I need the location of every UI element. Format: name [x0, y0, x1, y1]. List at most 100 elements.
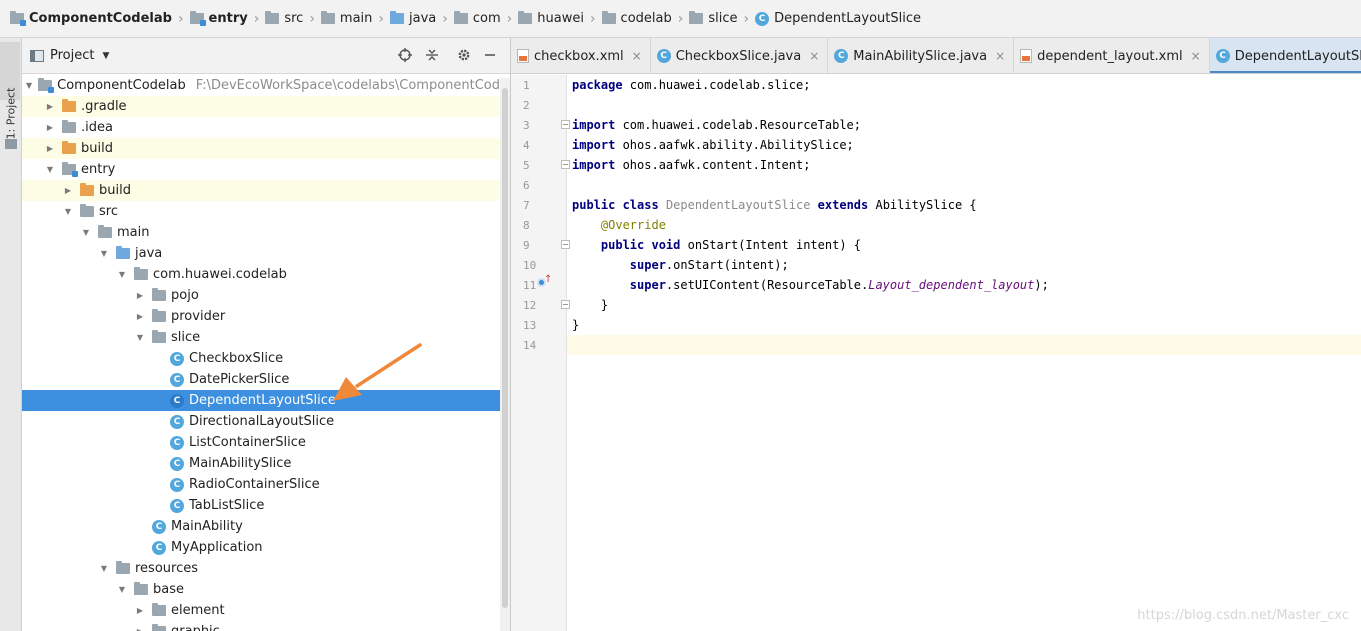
code-area[interactable]: package com.huawei.codelab.slice; import …: [567, 75, 1361, 631]
tree-row[interactable]: ▶ build: [22, 138, 510, 159]
tree-row[interactable]: C MainAbility: [22, 516, 510, 537]
project-tool-window-button[interactable]: 1: Project: [2, 84, 20, 142]
xml-file-icon: [1020, 49, 1033, 63]
implements-arrow-icon: ↑: [544, 274, 553, 285]
close-icon[interactable]: ×: [1191, 49, 1201, 63]
project-scrollbar[interactable]: [500, 78, 510, 631]
breadcrumb-item[interactable]: C DependentLayoutSlice: [755, 0, 921, 37]
expand-arrow-icon[interactable]: ▼: [26, 81, 32, 90]
line-number: 14: [523, 339, 537, 352]
editor-tab[interactable]: C MainAbilitySlice.java ×: [828, 38, 1015, 73]
scrollbar-thumb[interactable]: [502, 88, 508, 608]
editor-tab[interactable]: dependent_layout.xml ×: [1014, 38, 1210, 73]
expand-arrow-icon[interactable]: ▼: [98, 249, 110, 258]
tree-row[interactable]: C TabListSlice: [22, 495, 510, 516]
folder-icon: [265, 11, 280, 24]
chevron-down-icon[interactable]: ▼: [102, 51, 109, 61]
locate-target-icon[interactable]: [396, 46, 414, 64]
minimize-icon[interactable]: [481, 46, 499, 64]
line-number: 4: [523, 139, 530, 152]
collapse-arrow-icon[interactable]: ▶: [134, 606, 146, 615]
tree-row[interactable]: ▼ src: [22, 201, 510, 222]
tree-row[interactable]: ▼ base: [22, 579, 510, 600]
tree-row[interactable]: C MyApplication: [22, 537, 510, 558]
editor-tab[interactable]: C CheckboxSlice.java ×: [651, 38, 829, 73]
breadcrumb-label: com: [472, 11, 501, 26]
expand-arrow-icon[interactable]: ▼: [80, 228, 92, 237]
collapse-all-icon[interactable]: [423, 46, 441, 64]
tree-row[interactable]: ▼ slice: [22, 327, 510, 348]
breadcrumb-item[interactable]: codelab ›: [601, 0, 690, 37]
expand-arrow-icon[interactable]: ▼: [116, 585, 128, 594]
breadcrumb-item[interactable]: ComponentCodelab ›: [10, 0, 190, 37]
tree-row[interactable]: C RadioContainerSlice: [22, 474, 510, 495]
tree-row[interactable]: ▶ .idea: [22, 117, 510, 138]
tree-row[interactable]: C ListContainerSlice: [22, 432, 510, 453]
code-editor: checkbox.xml × C CheckboxSlice.java × C MainAb…: [511, 38, 1361, 631]
code-line: package com.huawei.codelab.slice;: [572, 75, 810, 95]
collapse-arrow-icon[interactable]: ▶: [44, 123, 56, 132]
breadcrumb-item[interactable]: slice ›: [689, 0, 755, 37]
tree-label: pojo: [171, 288, 199, 303]
tree-row[interactable]: ▼ java: [22, 243, 510, 264]
tree-row[interactable]: ▶ .gradle: [22, 96, 510, 117]
editor-gutter: ↑ 1 2 3 4 5 6 7 8 9 10 11 12 13 14: [511, 75, 570, 631]
tree-row[interactable]: ▼ main: [22, 222, 510, 243]
tree-row[interactable]: C MainAbilitySlice: [22, 453, 510, 474]
breadcrumb-item[interactable]: main ›: [320, 0, 390, 37]
collapse-arrow-icon[interactable]: ▶: [134, 627, 146, 631]
class-icon: C: [170, 351, 184, 366]
module-folder-icon: [10, 11, 26, 26]
close-icon[interactable]: ×: [632, 49, 642, 63]
editor-tab[interactable]: CDependentLayoutSlice.java×: [1209, 38, 1361, 73]
tab-label: MainAbilitySlice.java: [853, 48, 988, 64]
folder-icon: [152, 603, 166, 616]
close-icon[interactable]: ×: [809, 49, 819, 63]
line-number: 12: [523, 299, 537, 312]
tree-row[interactable]: ▶ build: [22, 180, 510, 201]
tree-row[interactable]: C DependentLayoutSlice: [22, 390, 510, 411]
collapse-arrow-icon[interactable]: ▶: [44, 144, 56, 153]
project-view-selector[interactable]: Project: [50, 48, 94, 63]
tree-row[interactable]: ▼ ComponentCodelab F:\DevEcoWorkSpace\code…: [22, 75, 511, 96]
collapse-arrow-icon[interactable]: ▶: [62, 186, 74, 195]
tree-row[interactable]: ▶ pojo: [22, 285, 510, 306]
code-line: @Override: [572, 215, 666, 235]
code-token: package: [572, 78, 623, 92]
tree-row[interactable]: ▶ provider: [22, 306, 510, 327]
expand-arrow-icon[interactable]: ▼: [134, 333, 146, 342]
structure-icon[interactable]: [5, 139, 17, 149]
breadcrumb-item[interactable]: src ›: [265, 0, 321, 37]
tree-label: graphic: [171, 624, 220, 631]
tree-row[interactable]: ▼ resources: [22, 558, 510, 579]
tree-label: RadioContainerSlice: [189, 477, 320, 492]
gear-icon[interactable]: [455, 46, 473, 64]
breadcrumb-item[interactable]: java ›: [390, 0, 454, 37]
folder-icon: [98, 225, 112, 238]
folder-icon: [320, 11, 335, 24]
collapse-arrow-icon[interactable]: ▶: [44, 102, 56, 111]
code-token: Layout_dependent_layout: [868, 278, 1035, 292]
tree-row[interactable]: ▶ graphic: [22, 621, 510, 631]
tree-row[interactable]: C DirectionalLayoutSlice: [22, 411, 510, 432]
tree-row[interactable]: ▶ element: [22, 600, 510, 621]
expand-arrow-icon[interactable]: ▼: [98, 564, 110, 573]
expand-arrow-icon[interactable]: ▼: [116, 270, 128, 279]
breadcrumb-item[interactable]: entry ›: [189, 0, 266, 37]
expand-arrow-icon[interactable]: ▼: [62, 207, 74, 216]
tree-row[interactable]: ▼ com.huawei.codelab: [22, 264, 510, 285]
collapse-arrow-icon[interactable]: ▶: [134, 291, 146, 300]
close-icon[interactable]: ×: [995, 49, 1005, 63]
code-line: import ohos.aafwk.ability.AbilitySlice;: [572, 135, 854, 155]
collapse-arrow-icon[interactable]: ▶: [134, 312, 146, 321]
editor-tab[interactable]: checkbox.xml ×: [511, 38, 651, 73]
breadcrumb-item[interactable]: com ›: [453, 0, 518, 37]
tree-row[interactable]: C DatePickerSlice: [22, 369, 510, 390]
tree-row[interactable]: ▼ entry: [22, 159, 510, 180]
project-path: F:\DevEcoWorkSpace\codelabs\ComponentCod…: [195, 78, 511, 93]
tree-row[interactable]: C CheckboxSlice: [22, 348, 510, 369]
expand-arrow-icon[interactable]: ▼: [44, 165, 56, 174]
breadcrumb-item[interactable]: huawei ›: [518, 0, 601, 37]
